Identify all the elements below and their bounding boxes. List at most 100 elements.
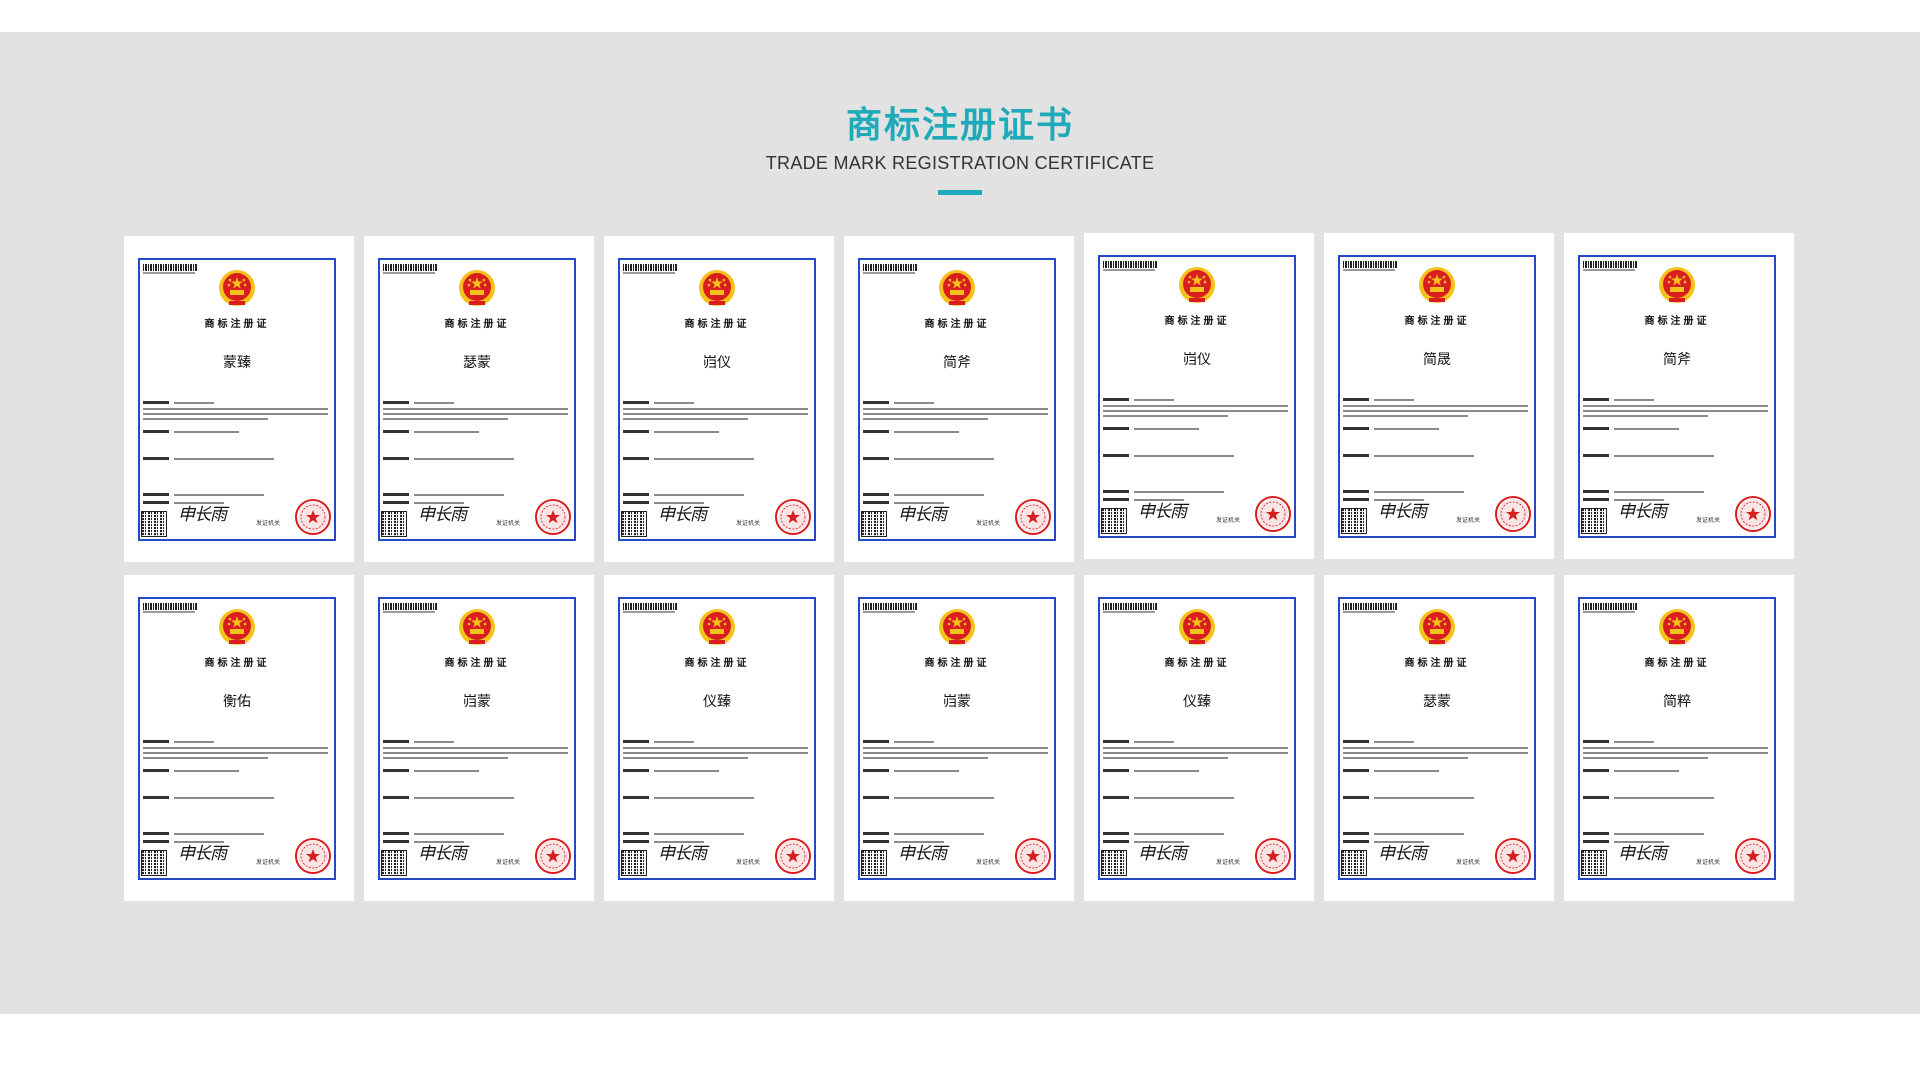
barcode-caption [623, 611, 675, 613]
cert-field-label [1583, 796, 1609, 799]
cert-field-value [1614, 428, 1679, 430]
qr-code-icon [861, 511, 887, 537]
barcode-caption [1103, 611, 1155, 613]
cert-text-line [383, 408, 568, 410]
issuing-authority: 发证机关 [976, 520, 1001, 527]
barcode-caption [1343, 611, 1395, 613]
red-official-seal-icon [1254, 495, 1292, 533]
cert-field-label [863, 430, 889, 433]
cert-field-value [174, 833, 264, 835]
barcode-caption [1103, 269, 1155, 271]
certificate-card[interactable]: 商标注册证 岿仪 申长雨 发证机关 [604, 236, 834, 562]
cert-field-label [383, 501, 409, 504]
cert-field-value [654, 833, 744, 835]
red-official-seal-icon [1734, 495, 1772, 533]
certificate-card[interactable]: 商标注册证 仪臻 申长雨 发证机关 [1084, 575, 1314, 901]
qr-code-icon [381, 511, 407, 537]
cert-field-value [174, 741, 214, 743]
cert-field-label [623, 840, 649, 843]
issuing-authority: 发证机关 [496, 520, 521, 527]
barcode-caption [383, 272, 435, 274]
cert-field-value [894, 458, 994, 460]
cert-field-value [894, 431, 959, 433]
cert-field-value [1134, 399, 1174, 401]
trademark-name: 岿仪 [1183, 352, 1211, 368]
director-signature: 申长雨 [1138, 502, 1187, 522]
qr-code-icon [621, 511, 647, 537]
cert-text-line [383, 418, 508, 420]
cert-text-line [863, 408, 1048, 410]
cert-field-value [894, 833, 984, 835]
cert-field-value [654, 494, 744, 496]
cert-text-line [623, 747, 808, 749]
certificate-card[interactable]: 商标注册证 岿蒙 申长雨 发证机关 [364, 575, 594, 901]
cert-text-line [1103, 747, 1288, 749]
cert-text-line [863, 413, 1048, 415]
director-signature: 申长雨 [418, 505, 467, 525]
certificate-card[interactable]: 商标注册证 衡佑 申长雨 发证机关 [124, 575, 354, 901]
barcode-caption [863, 611, 915, 613]
certificate-heading: 商标注册证 [684, 658, 750, 669]
barcode-icon [143, 603, 197, 610]
barcode-icon [1583, 603, 1637, 610]
certificate-document: 商标注册证 简粹 申长雨 发证机关 [1578, 597, 1776, 880]
cert-field-label [383, 401, 409, 404]
cert-field-value [174, 797, 274, 799]
issuing-authority: 发证机关 [736, 859, 761, 866]
cert-field-value [894, 494, 984, 496]
certificate-heading: 商标注册证 [444, 319, 510, 330]
cert-field-value [1374, 399, 1414, 401]
cert-field-value [894, 402, 934, 404]
cert-text-line [623, 757, 748, 759]
cert-field-value [1614, 770, 1679, 772]
cert-field-value [1374, 770, 1439, 772]
certificate-card[interactable]: 商标注册证 简斧 申长雨 发证机关 [844, 236, 1074, 562]
cert-field-label [1583, 840, 1609, 843]
cert-text-line [1583, 415, 1708, 417]
certificate-card[interactable]: 商标注册证 岿蒙 申长雨 发证机关 [844, 575, 1074, 901]
issuing-authority: 发证机关 [1696, 859, 1721, 866]
cert-field-label [1583, 740, 1609, 743]
cert-field-value [1374, 428, 1439, 430]
certificate-document: 商标注册证 仪臻 申长雨 发证机关 [618, 597, 816, 880]
certificate-heading: 商标注册证 [1644, 658, 1710, 669]
cert-text-line [1103, 757, 1228, 759]
certificate-card[interactable]: 商标注册证 简晟 申长雨 发证机关 [1324, 233, 1554, 559]
issuing-authority: 发证机关 [256, 520, 281, 527]
barcode-icon [1103, 261, 1157, 268]
certificate-document: 商标注册证 瑟蒙 申长雨 发证机关 [378, 258, 576, 541]
cert-text-line [143, 418, 268, 420]
national-emblem-icon [695, 268, 739, 308]
certificate-document: 商标注册证 衡佑 申长雨 发证机关 [138, 597, 336, 880]
cert-field-value [414, 797, 514, 799]
qr-code-icon [1581, 508, 1607, 534]
barcode-caption [623, 272, 675, 274]
certificate-card[interactable]: 商标注册证 岿仪 申长雨 发证机关 [1084, 233, 1314, 559]
director-signature: 申长雨 [1618, 502, 1667, 522]
qr-code-icon [1581, 850, 1607, 876]
certificate-card[interactable]: 商标注册证 简斧 申长雨 发证机关 [1564, 233, 1794, 559]
cert-text-line [383, 747, 568, 749]
cert-field-label [1103, 769, 1129, 772]
barcode-caption [1583, 611, 1635, 613]
certificate-card[interactable]: 商标注册证 仪臻 申长雨 发证机关 [604, 575, 834, 901]
cert-text-line [1583, 757, 1708, 759]
cert-field-label [383, 740, 409, 743]
cert-field-label [1343, 427, 1369, 430]
red-official-seal-icon [1734, 837, 1772, 875]
certificate-heading: 商标注册证 [444, 658, 510, 669]
cert-field-label [863, 840, 889, 843]
certificate-document: 商标注册证 岿蒙 申长雨 发证机关 [378, 597, 576, 880]
certificate-card[interactable]: 商标注册证 瑟蒙 申长雨 发证机关 [364, 236, 594, 562]
certificate-card[interactable]: 商标注册证 简粹 申长雨 发证机关 [1564, 575, 1794, 901]
cert-field-value [414, 458, 514, 460]
qr-code-icon [1341, 850, 1367, 876]
barcode-icon [383, 264, 437, 271]
certificate-card[interactable]: 商标注册证 瑟蒙 申长雨 发证机关 [1324, 575, 1554, 901]
national-emblem-icon [215, 268, 259, 308]
cert-field-value [894, 741, 934, 743]
national-emblem-icon [695, 607, 739, 647]
cert-field-value [414, 431, 479, 433]
cert-text-line [1343, 747, 1528, 749]
certificate-card[interactable]: 商标注册证 蒙臻 申长雨 发证机关 [124, 236, 354, 562]
